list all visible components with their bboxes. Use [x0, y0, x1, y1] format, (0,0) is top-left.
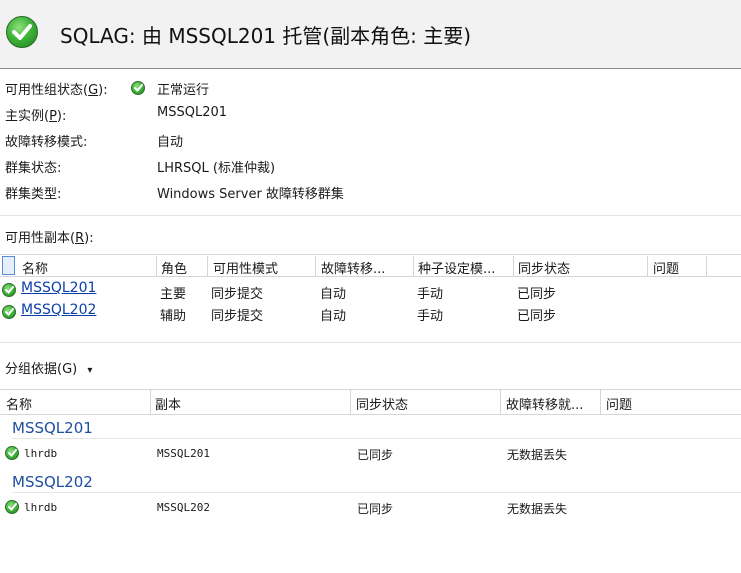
chevron-down-icon: ▾ — [87, 365, 93, 376]
column-header-replica[interactable]: 副本 — [155, 394, 181, 413]
database-replica: MSSQL201 — [157, 447, 210, 460]
divider — [0, 215, 741, 216]
check-circle-icon — [5, 500, 19, 514]
column-divider — [706, 256, 707, 276]
check-circle-icon — [2, 283, 16, 297]
replica-role: 主要 — [160, 287, 187, 302]
database-name: lhrdb — [24, 447, 58, 460]
replica-role: 辅助 — [160, 309, 187, 324]
database-replica: MSSQL202 — [157, 501, 210, 514]
check-circle-icon — [131, 81, 145, 95]
column-divider — [513, 256, 514, 276]
column-divider — [500, 390, 501, 414]
column-divider — [156, 256, 157, 276]
column-header-issues[interactable]: 问题 — [606, 394, 632, 413]
replica-failover-mode: 自动 — [320, 287, 347, 302]
column-divider — [207, 256, 208, 276]
cluster-state-label: 群集状态: — [5, 161, 62, 176]
divider — [0, 342, 741, 343]
column-divider — [647, 256, 648, 276]
replica-sync-state: 已同步 — [517, 309, 557, 324]
ag-state-value: 正常运行 — [157, 83, 210, 98]
group-header-mssql201[interactable]: MSSQL201 — [12, 419, 93, 437]
column-header-sync-state[interactable]: 同步状态 — [518, 258, 570, 277]
check-circle-icon — [2, 305, 16, 319]
column-divider — [600, 390, 601, 414]
column-header-failover[interactable]: 故障转移... — [321, 258, 385, 277]
replica-seeding-mode: 手动 — [417, 309, 444, 324]
replicas-section-title: 可用性副本(R): — [5, 231, 94, 246]
primary-instance-value: MSSQL201 — [157, 105, 228, 120]
check-circle-icon — [5, 446, 19, 460]
column-header-sync-state[interactable]: 同步状态 — [356, 394, 408, 413]
group-divider — [12, 492, 741, 493]
select-all-checkbox[interactable] — [2, 256, 15, 275]
column-header-issues[interactable]: 问题 — [653, 258, 679, 277]
database-name: lhrdb — [24, 501, 58, 514]
database-sync-state: 已同步 — [357, 502, 394, 516]
database-sync-state: 已同步 — [357, 448, 394, 462]
column-divider — [413, 256, 414, 276]
replica-link-mssql201[interactable]: MSSQL201 — [21, 280, 96, 296]
cluster-state-value: LHRSQL (标准仲裁) — [157, 161, 276, 176]
column-header-seeding-mode[interactable]: 种子设定模... — [418, 258, 495, 277]
replica-availability-mode: 同步提交 — [211, 309, 264, 324]
database-failover-readiness: 无数据丢失 — [507, 448, 568, 462]
ag-state-label: 可用性组状态(G): — [5, 83, 108, 98]
group-by-label: 分组依据(G) — [5, 362, 78, 377]
replica-failover-mode: 自动 — [320, 309, 347, 324]
failover-mode-label: 故障转移模式: — [5, 135, 88, 150]
check-circle-icon — [6, 16, 38, 48]
replica-sync-state: 已同步 — [517, 287, 557, 302]
table-row[interactable] — [0, 279, 741, 301]
column-header-failover-readiness[interactable]: 故障转移就... — [506, 394, 583, 413]
column-divider — [350, 390, 351, 414]
column-header-role[interactable]: 角色 — [161, 258, 187, 277]
group-divider — [12, 438, 741, 439]
failover-mode-value: 自动 — [157, 135, 184, 150]
table-row[interactable] — [0, 302, 741, 324]
replica-link-mssql202[interactable]: MSSQL202 — [21, 302, 96, 318]
cluster-type-value: Windows Server 故障转移群集 — [157, 187, 344, 202]
primary-instance-label: 主实例(P): — [5, 109, 67, 124]
column-divider — [150, 390, 151, 414]
group-header-mssql202[interactable]: MSSQL202 — [12, 473, 93, 491]
group-by-dropdown[interactable]: 分组依据(G) ▾ — [5, 358, 92, 377]
cluster-type-label: 群集类型: — [5, 187, 62, 202]
column-header-name[interactable]: 名称 — [22, 258, 48, 277]
replica-availability-mode: 同步提交 — [211, 287, 264, 302]
database-failover-readiness: 无数据丢失 — [507, 502, 568, 516]
dashboard-header: SQLAG: 由 MSSQL201 托管(副本角色: 主要) — [0, 0, 741, 69]
replica-seeding-mode: 手动 — [417, 287, 444, 302]
column-divider — [315, 256, 316, 276]
column-header-name[interactable]: 名称 — [6, 394, 32, 413]
page-title: SQLAG: 由 MSSQL201 托管(副本角色: 主要) — [60, 24, 472, 48]
column-header-availability-mode[interactable]: 可用性模式 — [213, 258, 278, 277]
